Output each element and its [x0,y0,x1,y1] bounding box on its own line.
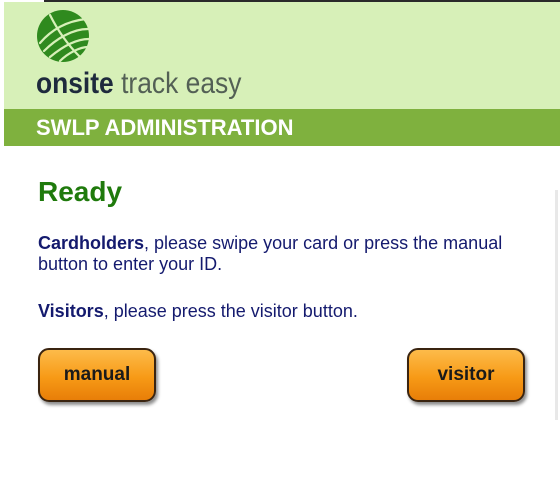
visitors-instruction: Visitors, please press the visitor butto… [38,301,518,322]
brand-tagline: track easy [121,67,242,100]
page-title: SWLP ADMINISTRATION [36,115,294,140]
cardholders-instruction: Cardholders, please swipe your card or p… [38,233,518,275]
brand-logo: onsite track easy [36,66,241,102]
visitors-label: Visitors [38,301,104,321]
cardholders-label: Cardholders [38,233,145,253]
globe-logo-icon [37,10,90,63]
brand-name: onsite [36,67,114,100]
visitor-button[interactable]: visitor [407,348,525,402]
window-edge [555,190,558,420]
status-heading: Ready [38,176,123,207]
visitors-text: , please press the visitor button. [103,301,358,321]
manual-button[interactable]: manual [38,348,156,402]
